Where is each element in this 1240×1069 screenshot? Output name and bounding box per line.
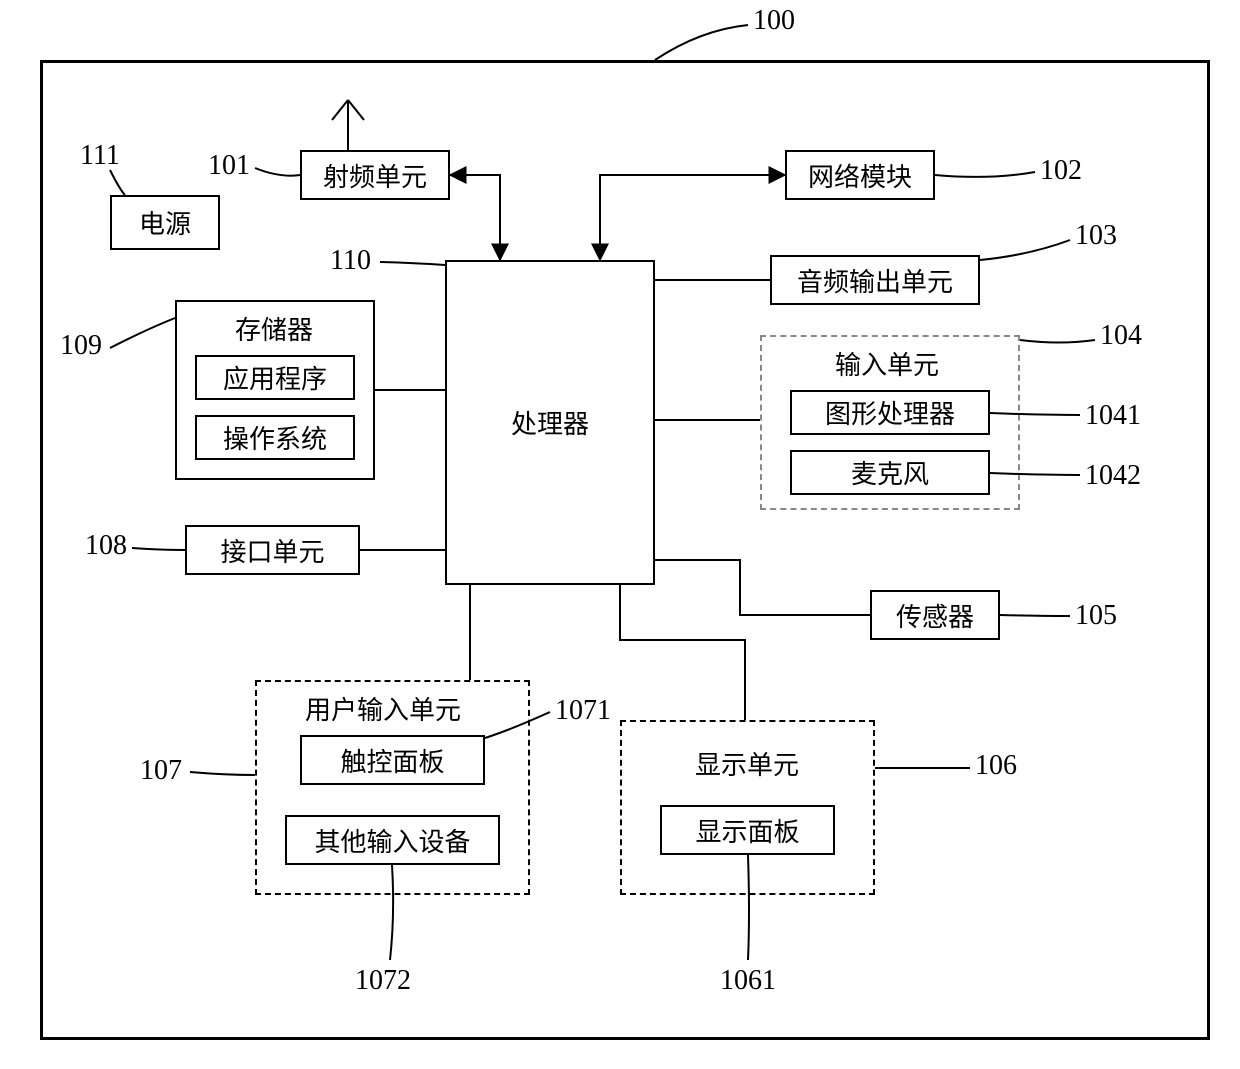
gpu-block: 图形处理器 [790, 390, 990, 435]
ref-103: 103 [1075, 220, 1117, 252]
ref-109: 109 [60, 330, 102, 362]
os-block: 操作系统 [195, 415, 355, 460]
ref-1042: 1042 [1085, 460, 1141, 492]
processor-label: 处理器 [511, 404, 589, 441]
network-module-label: 网络模块 [808, 157, 912, 194]
sensor-block: 传感器 [870, 590, 1000, 640]
other-input-label: 其他输入设备 [314, 822, 470, 859]
ref-110: 110 [330, 245, 371, 277]
power-block: 电源 [110, 195, 220, 250]
display-panel-block: 显示面板 [660, 805, 835, 855]
ref-105: 105 [1075, 600, 1117, 632]
ref-106: 106 [975, 750, 1017, 782]
gpu-label: 图形处理器 [825, 394, 955, 431]
power-label: 电源 [139, 204, 191, 241]
ref-1041: 1041 [1085, 400, 1141, 432]
processor-block: 处理器 [445, 260, 655, 585]
touch-panel-label: 触控面板 [340, 742, 444, 779]
ref-111: 111 [80, 140, 120, 172]
sensor-label: 传感器 [896, 597, 974, 634]
microphone-label: 麦克风 [851, 454, 929, 491]
os-label: 操作系统 [223, 419, 327, 456]
ref-101: 101 [208, 150, 250, 182]
ref-102: 102 [1040, 155, 1082, 187]
ref-104: 104 [1100, 320, 1142, 352]
ref-1072: 1072 [355, 965, 411, 997]
ref-107: 107 [140, 755, 182, 787]
ref-100: 100 [753, 5, 795, 37]
microphone-block: 麦克风 [790, 450, 990, 495]
memory-title: 存储器 [235, 310, 313, 347]
ref-1071: 1071 [555, 695, 611, 727]
input-unit-title: 输入单元 [835, 345, 939, 382]
interface-unit-block: 接口单元 [185, 525, 360, 575]
touch-panel-block: 触控面板 [300, 735, 485, 785]
app-block: 应用程序 [195, 355, 355, 400]
ref-108: 108 [85, 530, 127, 562]
display-unit-title: 显示单元 [695, 745, 799, 782]
app-label: 应用程序 [223, 359, 327, 396]
diagram-canvas: 处理器 射频单元 网络模块 音频输出单元 输入单元 图形处理器 麦克风 传感器 … [0, 0, 1240, 1069]
audio-output-label: 音频输出单元 [797, 262, 953, 299]
other-input-block: 其他输入设备 [285, 815, 500, 865]
rf-unit-block: 射频单元 [300, 150, 450, 200]
interface-unit-label: 接口单元 [220, 532, 324, 569]
ref-1061: 1061 [720, 965, 776, 997]
network-module-block: 网络模块 [785, 150, 935, 200]
user-input-title: 用户输入单元 [305, 690, 461, 727]
audio-output-block: 音频输出单元 [770, 255, 980, 305]
rf-unit-label: 射频单元 [323, 157, 427, 194]
display-panel-label: 显示面板 [695, 812, 799, 849]
